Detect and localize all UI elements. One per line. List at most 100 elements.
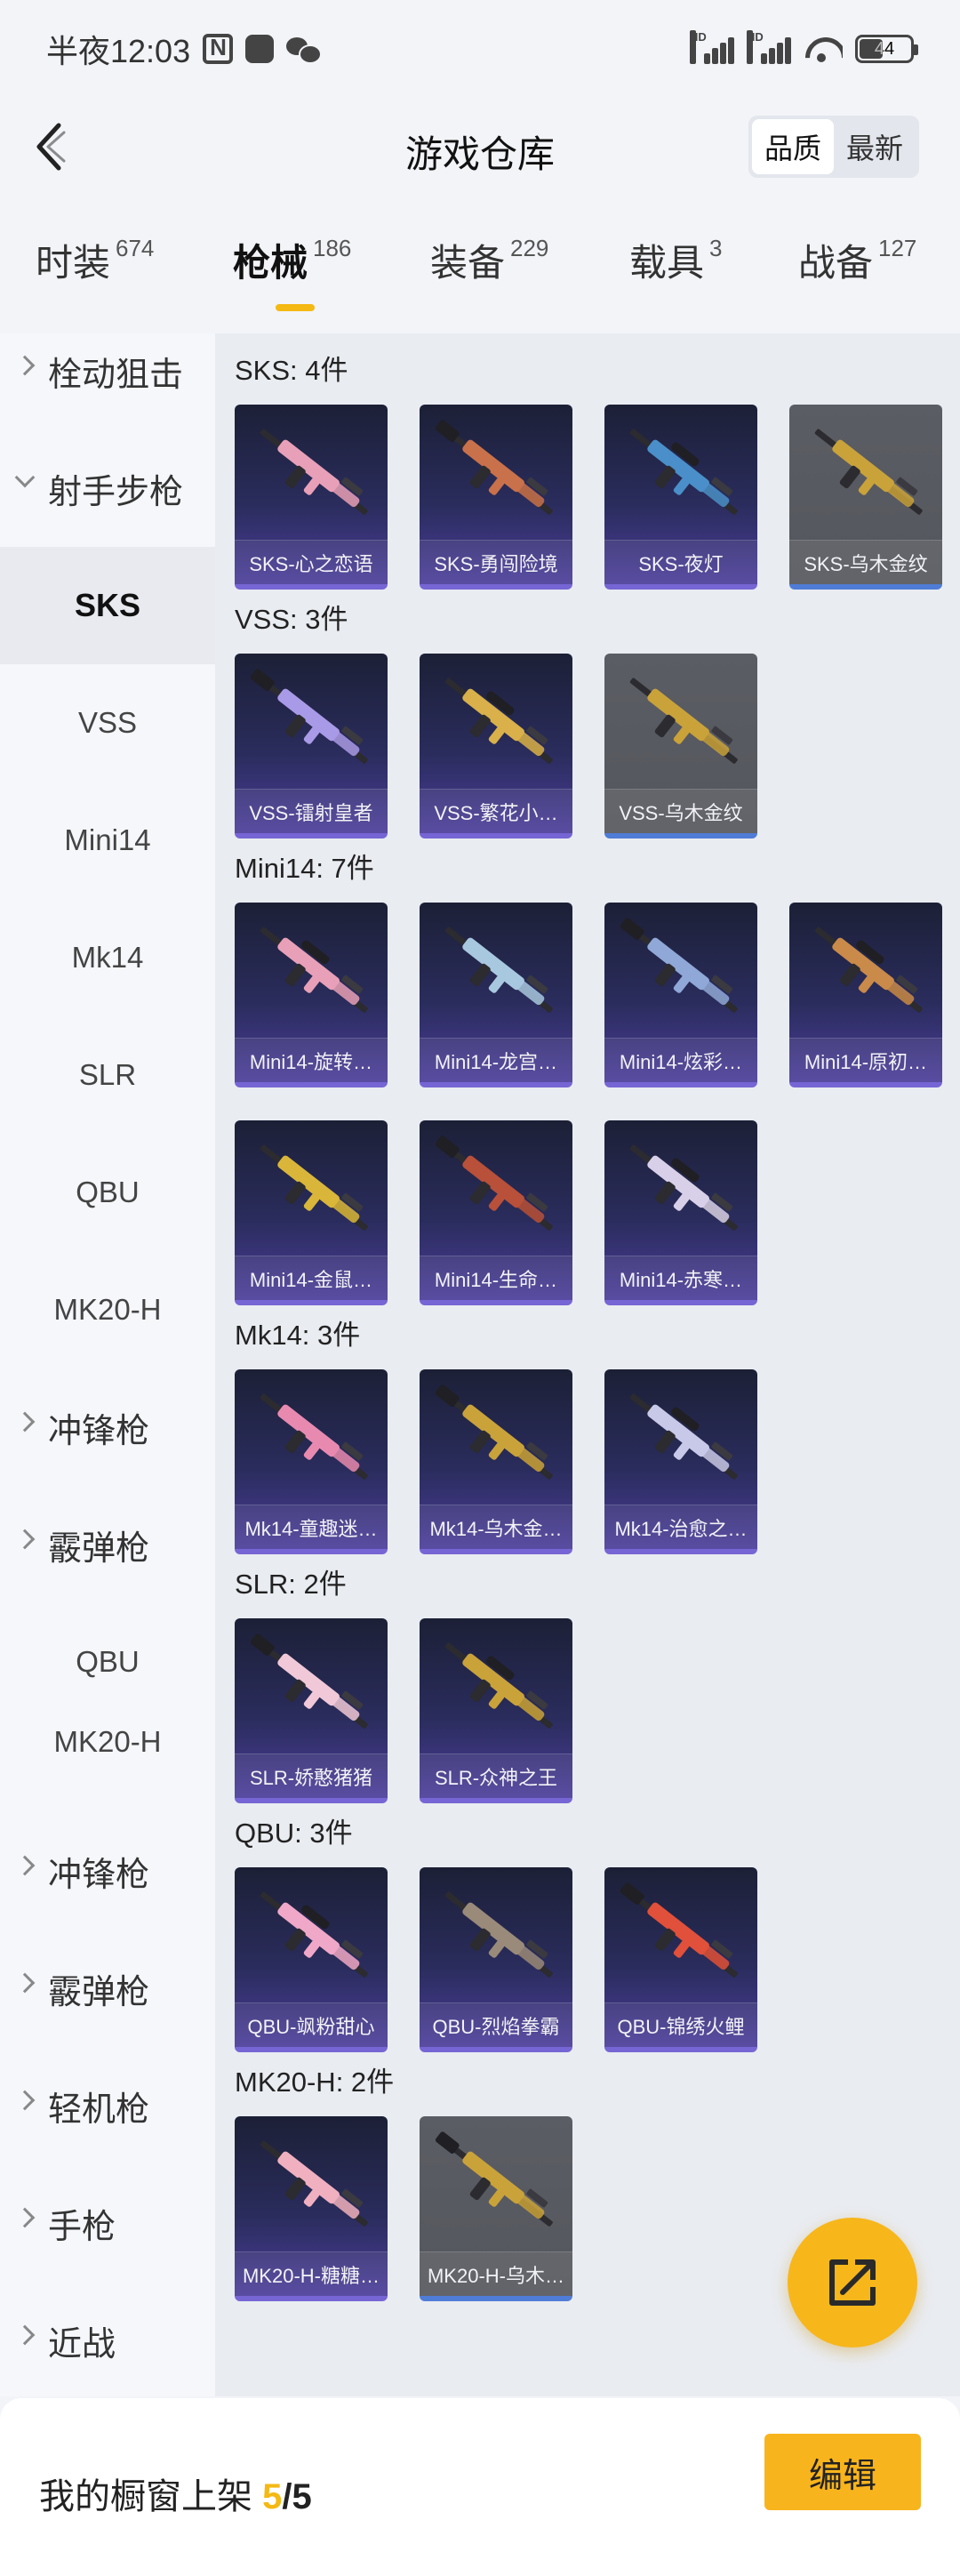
- card-label-bar: QBU-锦绣火鲤: [604, 2002, 757, 2047]
- sidebar-item-weapon[interactable]: QBU: [0, 1134, 215, 1251]
- card-label-bar: QBU-飒粉甜心: [235, 2002, 388, 2047]
- weapon-skin-card[interactable]: QBU-烈焰拳霸: [420, 1867, 572, 2052]
- weapon-skin-card[interactable]: MK20-H-乌木…: [420, 2116, 572, 2301]
- header: 游戏仓库 品质 最新: [0, 98, 960, 196]
- sidebar-item-weapon[interactable]: Mk14: [0, 899, 215, 1016]
- tab-supplies[interactable]: 战备 127: [798, 233, 916, 287]
- weapon-skin-card[interactable]: Mini14-旋转…: [235, 903, 388, 1087]
- tab-equipment[interactable]: 装备 229: [430, 233, 548, 287]
- weapon-skin-image: [260, 1891, 368, 1978]
- weapon-skin-card[interactable]: SLR-众神之王: [420, 1618, 572, 1803]
- weapon-skin-card[interactable]: Mini14-原初…: [789, 903, 942, 1087]
- showcase-separator: /: [282, 2477, 292, 2516]
- weapon-skin-name: Mk14-童趣迷…: [244, 1517, 378, 1540]
- weapon-skin-card[interactable]: VSS-乌木金纹: [604, 654, 757, 839]
- weapon-skin-name: QBU-烈焰拳霸: [432, 2015, 560, 2038]
- weapon-skin-name: MK20-H-糖糖…: [242, 2264, 380, 2287]
- sidebar-item-label: QBU: [76, 1645, 140, 1678]
- sidebar-item-label: SKS: [74, 587, 141, 623]
- weapon-skin-name: QBU-锦绣火鲤: [617, 2015, 745, 2038]
- card-art: [420, 1867, 572, 2001]
- sidebar-item-weapon[interactable]: SLR: [0, 1016, 215, 1134]
- weapon-skin-card[interactable]: VSS-繁花小…: [420, 654, 572, 839]
- weapon-skin-card[interactable]: SLR-娇憨猪猪: [235, 1618, 388, 1803]
- sidebar-item-weapon[interactable]: SKS: [0, 547, 215, 664]
- weapon-skin-card[interactable]: Mini14-龙宫…: [420, 903, 572, 1087]
- sidebar-item-group[interactable]: 霰弹枪: [0, 1930, 215, 2047]
- sort-quality-button[interactable]: 品质: [752, 119, 834, 174]
- tab-count: 229: [510, 235, 549, 261]
- weapon-type-sidebar: 栓动狙击 射手步枪 SKS VSS Mini14 Mk14 SLR QBU MK20-H 冲锋枪霰…: [0, 333, 215, 2396]
- weapon-skin-card[interactable]: Mk14-治愈之…: [604, 1369, 757, 1554]
- sidebar-item-group[interactable]: 冲锋枪: [0, 1812, 215, 1930]
- sidebar-item-weapon[interactable]: MK20-H: [0, 1251, 215, 1368]
- share-button[interactable]: [788, 2218, 917, 2347]
- weapon-skin-name: QBU-飒粉甜心: [247, 2015, 375, 2038]
- weapon-skin-name: SKS-勇闯险境: [434, 552, 558, 575]
- chevron-right-icon: [14, 1411, 36, 1432]
- weapon-skin-card[interactable]: Mk14-乌木金…: [420, 1369, 572, 1554]
- weapon-skin-image: [629, 429, 738, 515]
- sidebar-item-group[interactable]: 手枪: [0, 2164, 215, 2282]
- weapon-skin-card[interactable]: Mini14-炫彩…: [604, 903, 757, 1087]
- sidebar-item-weapon[interactable]: Mini14: [0, 782, 215, 899]
- weapon-skin-card[interactable]: Mini14-生命…: [420, 1120, 572, 1305]
- weapon-skin-card[interactable]: Mini14-金鼠…: [235, 1120, 388, 1305]
- sort-newest-button[interactable]: 最新: [834, 119, 916, 174]
- weapon-skin-card[interactable]: Mini14-赤寒…: [604, 1120, 757, 1305]
- chevron-right-icon: [14, 2324, 36, 2346]
- wifi-icon: [804, 34, 843, 64]
- weapon-skin-card[interactable]: SKS-乌木金纹: [789, 405, 942, 590]
- section-title: MK20-H: 2件: [235, 2066, 395, 2098]
- weapon-skin-image: [435, 1136, 553, 1231]
- weapon-skin-image: [260, 2140, 368, 2227]
- weapon-skin-image: [444, 927, 553, 1013]
- card-label-bar: SLR-众神之王: [420, 1753, 572, 1798]
- tab-fashion[interactable]: 时装 674: [36, 233, 154, 287]
- sidebar-item-group[interactable]: 射手步枪: [0, 429, 215, 547]
- tab-count: 127: [878, 235, 917, 261]
- weapon-skin-name: Mini14-原初…: [804, 1050, 928, 1073]
- weapon-skin-image: [435, 1384, 553, 1480]
- chevron-right-icon: [14, 2090, 36, 2111]
- weapon-skin-name: SLR-众神之王: [434, 1766, 558, 1789]
- sidebar-item-group[interactable]: 霰弹枪: [0, 1486, 215, 1603]
- weapon-skin-name: VSS-镭射皇者: [249, 801, 373, 824]
- weapon-skin-card[interactable]: Mk14-童趣迷…: [235, 1369, 388, 1554]
- section-title: SLR: 2件: [235, 1569, 347, 1600]
- card-label-bar: SKS-勇闯险境: [420, 540, 572, 584]
- card-label-bar: SLR-娇憨猪猪: [235, 1753, 388, 1798]
- sidebar-item-group[interactable]: 轻机枪: [0, 2047, 215, 2164]
- tab-guns[interactable]: 枪械 186: [233, 233, 351, 287]
- weapon-skin-image: [620, 918, 738, 1013]
- weapon-skin-card[interactable]: SKS-心之恋语: [235, 405, 388, 590]
- sidebar-item-group[interactable]: 冲锋枪: [0, 1368, 215, 1486]
- section-title: QBU: 3件: [235, 1818, 353, 1849]
- nfc-icon: [203, 34, 234, 64]
- sidebar-item-weapon[interactable]: MK20-H: [0, 1683, 215, 1801]
- card-art: [420, 1120, 572, 1254]
- weapon-skin-name: Mk14-治愈之…: [614, 1517, 748, 1540]
- card-label-bar: Mini14-龙宫…: [420, 1038, 572, 1082]
- card-art: [420, 1369, 572, 1503]
- wechat-icon: [286, 36, 323, 64]
- card-label-bar: Mini14-赤寒…: [604, 1256, 757, 1300]
- sidebar-item-group[interactable]: 栓动狙击: [0, 333, 215, 429]
- sidebar-item-group[interactable]: 近战: [0, 2282, 215, 2396]
- weapon-skin-image: [444, 678, 553, 764]
- weapon-skin-image: [444, 1642, 553, 1729]
- sidebar-item-label: 霰弹枪: [48, 1973, 150, 2011]
- weapon-skin-card[interactable]: SKS-夜灯: [604, 405, 757, 590]
- weapon-skin-card[interactable]: VSS-镭射皇者: [235, 654, 388, 839]
- card-label-bar: Mk14-童趣迷…: [235, 1505, 388, 1549]
- weapon-skin-card[interactable]: MK20-H-糖糖…: [235, 2116, 388, 2301]
- card-label-bar: Mini14-生命…: [420, 1256, 572, 1300]
- weapon-skin-card[interactable]: SKS-勇闯险境: [420, 405, 572, 590]
- edit-button[interactable]: 编辑: [764, 2434, 921, 2510]
- weapon-skin-image: [260, 1144, 368, 1231]
- tab-vehicles[interactable]: 载具 3: [629, 233, 722, 287]
- chevron-right-icon: [14, 1529, 36, 1550]
- sidebar-item-weapon[interactable]: VSS: [0, 664, 215, 782]
- weapon-skin-card[interactable]: QBU-锦绣火鲤: [604, 1867, 757, 2052]
- weapon-skin-card[interactable]: QBU-飒粉甜心: [235, 1867, 388, 2052]
